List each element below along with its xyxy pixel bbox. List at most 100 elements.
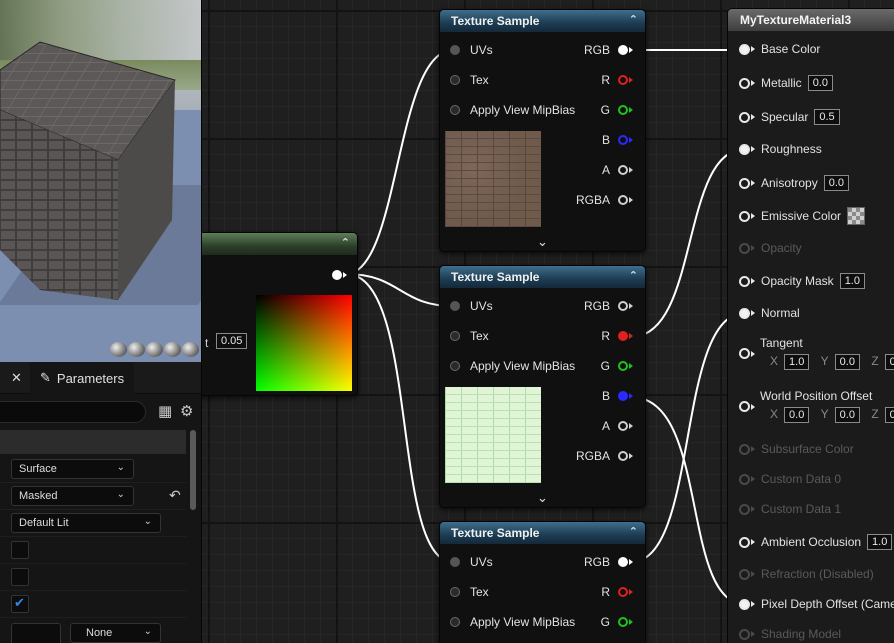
pin-rgb-out[interactable]: RGB	[584, 296, 633, 316]
search-input[interactable]	[0, 401, 146, 423]
pin-tangent[interactable]	[739, 348, 761, 359]
material-domain-dropdown[interactable]: Surface ⌄	[11, 459, 134, 479]
pin-output[interactable]	[324, 265, 347, 285]
pin-rgb-out[interactable]: RGB	[584, 552, 633, 572]
pin-g-out[interactable]: G	[601, 100, 633, 120]
pin-r-out[interactable]: R	[601, 326, 633, 346]
pin-emissive-color[interactable]: Emissive Color	[739, 207, 866, 225]
param-label-fragment: t	[205, 336, 209, 350]
pin-label: Subsurface Color	[761, 442, 854, 456]
pin-label: Tangent	[760, 336, 803, 350]
chevron-up-icon[interactable]: ⌃	[629, 269, 638, 282]
pin-tex[interactable]: Tex	[450, 326, 489, 346]
pin-uvs[interactable]: UVs	[450, 552, 493, 572]
blend-mode-dropdown[interactable]: Masked ⌄	[11, 486, 134, 506]
pin-tex[interactable]: Tex	[450, 70, 489, 90]
pin-g-out[interactable]: G	[601, 356, 633, 376]
pin-uvs[interactable]: UVs	[450, 296, 493, 316]
texture-sample-node-2[interactable]: Texture Sample ⌃ UVs Tex Apply View MipB…	[439, 265, 646, 508]
pin-uvs[interactable]: UVs	[450, 40, 493, 60]
chevron-up-icon[interactable]: ⌃	[629, 13, 638, 26]
ao-value-field[interactable]: 1.0	[867, 534, 893, 550]
plane-icon[interactable]	[146, 342, 163, 357]
shading-model-dropdown[interactable]: Default Lit ⌄	[11, 513, 161, 533]
pin-label: RGBA	[575, 193, 610, 207]
texture-sample-node-1[interactable]: Texture Sample ⌃ UVs Tex Apply View MipB…	[439, 9, 646, 252]
section-header[interactable]	[0, 430, 186, 454]
pin-rgba-out[interactable]: RGBA	[576, 190, 633, 210]
axis-label: Y	[820, 354, 829, 368]
chevron-down-icon[interactable]: ⌄	[440, 234, 645, 250]
pin-apply-view-mipbias[interactable]: Apply View MipBias	[450, 100, 575, 120]
tangent-z-field[interactable]: 0.0	[884, 354, 894, 370]
pin-r-out[interactable]: R	[601, 70, 633, 90]
cylinder-icon[interactable]	[110, 342, 127, 357]
pin-rgb-out[interactable]: RGB	[584, 40, 633, 60]
node-header[interactable]: Texture Sample ⌃	[440, 266, 645, 288]
value-field[interactable]	[11, 623, 61, 643]
mesh-icon[interactable]	[182, 342, 199, 357]
checkbox[interactable]	[11, 541, 29, 559]
wpo-vector-fields: X 0.0 Y 0.0 Z 0.0	[762, 407, 894, 423]
chevron-up-icon[interactable]: ⌃	[629, 525, 638, 538]
details-panel: ✕ ✎ Parameters ▦ ⚙ Surface ⌄ Masked ⌄ ↶ De…	[0, 362, 202, 643]
chevron-down-icon: ⌄	[143, 626, 152, 637]
node-header[interactable]: Texture Sample ⌃	[440, 10, 645, 32]
anisotropy-value-field[interactable]: 0.0	[823, 175, 849, 191]
node-header[interactable]: Texture Sample ⌃	[440, 522, 645, 544]
metallic-value-field[interactable]: 0.0	[807, 75, 833, 91]
wpo-x-field[interactable]: 0.0	[784, 407, 810, 423]
close-icon[interactable]: ✕	[11, 370, 22, 386]
wpo-z-field[interactable]: 0.0	[884, 407, 894, 423]
pin-a-out[interactable]: A	[602, 416, 633, 436]
pin-r-out[interactable]: R	[601, 582, 633, 602]
pin-apply-view-mipbias[interactable]: Apply View MipBias	[450, 356, 575, 376]
cube-icon[interactable]	[164, 342, 181, 357]
material-result-node[interactable]: MyTextureMaterial3 Base Color Metallic 0.…	[727, 8, 894, 643]
pin-metallic[interactable]: Metallic 0.0	[739, 75, 833, 91]
pin-label: B	[601, 133, 610, 147]
pin-g-out[interactable]: G	[601, 612, 633, 632]
texcoord-node[interactable]: ⌃ t 0.05	[195, 232, 358, 396]
color-swatch[interactable]	[847, 207, 866, 225]
tangent-x-field[interactable]: 1.0	[784, 354, 810, 370]
pin-base-color[interactable]: Base Color	[739, 42, 820, 56]
pin-roughness[interactable]: Roughness	[739, 142, 822, 156]
preview-viewport[interactable]	[0, 0, 202, 362]
node-header[interactable]: ⌃	[196, 233, 357, 255]
pin-apply-view-mipbias[interactable]: Apply View MipBias	[450, 612, 575, 632]
pin-b-out[interactable]: B	[602, 130, 633, 150]
pin-pixel-depth-offset[interactable]: Pixel Depth Offset (Came	[739, 597, 894, 611]
gear-icon[interactable]: ⚙	[180, 402, 193, 420]
scrollbar[interactable]	[190, 430, 196, 510]
pin-world-position-offset[interactable]	[739, 401, 761, 412]
specular-value-field[interactable]: 0.5	[814, 109, 840, 125]
pin-ambient-occlusion[interactable]: Ambient Occlusion 1.0	[739, 534, 893, 550]
checkbox-checked[interactable]	[11, 595, 29, 613]
opacity-mask-value-field[interactable]: 1.0	[839, 273, 865, 289]
tangent-y-field[interactable]: 0.0	[834, 354, 860, 370]
pin-label: Pixel Depth Offset (Came	[761, 597, 894, 611]
texture-sample-node-3[interactable]: Texture Sample ⌃ UVs Tex Apply View MipB…	[439, 521, 646, 643]
table-icon[interactable]: ▦	[158, 402, 172, 420]
chevron-up-icon[interactable]: ⌃	[341, 236, 350, 249]
checkbox[interactable]	[11, 568, 29, 586]
pin-b-out[interactable]: B	[602, 386, 633, 406]
tab-label: Parameters	[56, 370, 125, 386]
none-dropdown[interactable]: None ⌄	[70, 623, 161, 643]
reset-icon[interactable]: ↶	[169, 487, 181, 504]
pin-label: Opacity	[761, 241, 802, 255]
pin-normal[interactable]: Normal	[739, 306, 800, 320]
sphere-icon[interactable]	[128, 342, 145, 357]
tab-parameters[interactable]: ✎ Parameters	[30, 362, 135, 394]
pin-label: A	[601, 163, 610, 177]
tiling-value-field[interactable]: 0.05	[216, 333, 248, 349]
pin-anisotropy[interactable]: Anisotropy 0.0	[739, 175, 849, 191]
pin-opacity-mask[interactable]: Opacity Mask 1.0	[739, 273, 865, 289]
pin-tex[interactable]: Tex	[450, 582, 489, 602]
chevron-down-icon[interactable]: ⌄	[440, 490, 645, 506]
pin-a-out[interactable]: A	[602, 160, 633, 180]
pin-specular[interactable]: Specular 0.5	[739, 109, 840, 125]
wpo-y-field[interactable]: 0.0	[834, 407, 860, 423]
pin-rgba-out[interactable]: RGBA	[576, 446, 633, 466]
